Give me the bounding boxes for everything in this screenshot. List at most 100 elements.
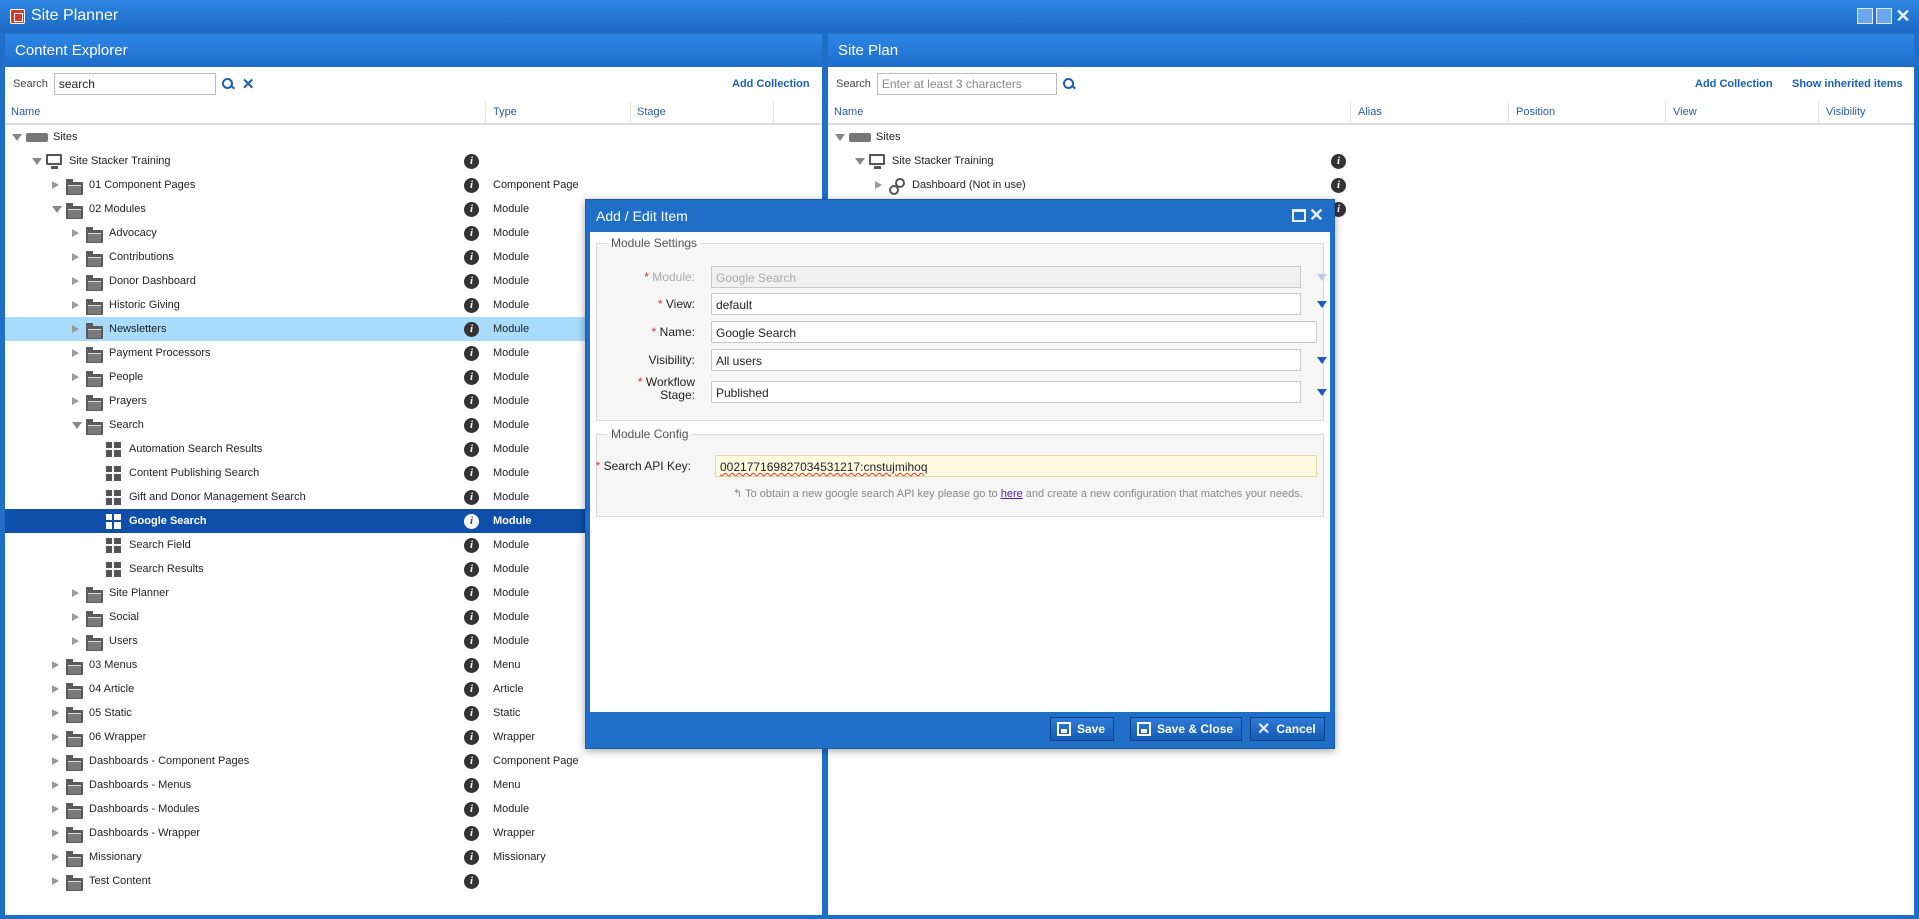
info-icon[interactable]: i <box>464 370 479 385</box>
chevron-down-icon[interactable] <box>1317 357 1327 364</box>
info-icon[interactable]: i <box>464 442 479 457</box>
collapsed-arrow-icon[interactable] <box>72 229 79 237</box>
collapsed-arrow-icon[interactable] <box>72 637 79 645</box>
col-visibility[interactable]: Visibility <box>1826 106 1866 118</box>
view-select[interactable]: default <box>711 293 1301 315</box>
expanded-arrow-icon[interactable] <box>32 158 42 165</box>
info-icon[interactable]: i <box>464 850 479 865</box>
info-icon[interactable]: i <box>464 298 479 313</box>
tree-row[interactable]: Dashboards - Component Pages i Component P… <box>5 749 822 773</box>
col-name[interactable]: Name <box>834 106 863 118</box>
col-stage[interactable]: Stage <box>637 106 666 118</box>
info-icon[interactable]: i <box>464 466 479 481</box>
info-icon[interactable]: i <box>464 250 479 265</box>
show-inherited-button[interactable]: Show inherited items <box>1792 78 1903 90</box>
info-icon[interactable]: i <box>464 730 479 745</box>
siteplan-add-collection-button[interactable]: Add Collection <box>1695 78 1773 90</box>
collapsed-arrow-icon[interactable] <box>72 349 79 357</box>
tree-row[interactable]: Dashboards - Wrapper i Wrapper <box>5 821 822 845</box>
maximize-icon[interactable] <box>1292 209 1306 222</box>
explorer-search-input[interactable] <box>53 73 216 95</box>
tree-row[interactable]: Sites <box>5 125 822 149</box>
col-name[interactable]: Name <box>11 106 40 118</box>
expanded-arrow-icon[interactable] <box>12 134 22 141</box>
info-icon[interactable]: i <box>1331 154 1346 169</box>
collapsed-arrow-icon[interactable] <box>52 829 59 837</box>
collapsed-arrow-icon[interactable] <box>72 301 79 309</box>
visibility-select[interactable]: All users <box>711 349 1301 371</box>
info-icon[interactable]: i <box>464 178 479 193</box>
restore-icon[interactable] <box>1876 8 1892 24</box>
info-icon[interactable]: i <box>464 514 479 529</box>
info-icon[interactable]: i <box>464 322 479 337</box>
siteplan-search-input[interactable] <box>876 73 1057 95</box>
info-icon[interactable]: i <box>464 538 479 553</box>
col-view[interactable]: View <box>1673 106 1697 118</box>
collapsed-arrow-icon[interactable] <box>72 397 79 405</box>
collapsed-arrow-icon[interactable] <box>52 757 59 765</box>
explorer-add-collection-button[interactable]: Add Collection <box>732 78 810 90</box>
tree-row[interactable]: Dashboards - Modules i Module <box>5 797 822 821</box>
clear-search-icon[interactable]: ✕ <box>242 75 255 93</box>
tree-row[interactable]: Sites <box>828 125 1914 149</box>
info-icon[interactable]: i <box>464 394 479 409</box>
info-icon[interactable]: i <box>464 274 479 289</box>
collapsed-arrow-icon[interactable] <box>72 253 79 261</box>
collapsed-arrow-icon[interactable] <box>72 373 79 381</box>
info-icon[interactable]: i <box>464 778 479 793</box>
close-icon[interactable]: ✕ <box>1309 205 1324 226</box>
col-position[interactable]: Position <box>1516 106 1555 118</box>
collapsed-arrow-icon[interactable] <box>875 181 882 189</box>
collapsed-arrow-icon[interactable] <box>52 877 59 885</box>
expanded-arrow-icon[interactable] <box>72 422 82 429</box>
expanded-arrow-icon[interactable] <box>835 134 845 141</box>
info-icon[interactable]: i <box>464 802 479 817</box>
collapsed-arrow-icon[interactable] <box>52 733 59 741</box>
info-icon[interactable]: i <box>464 754 479 769</box>
collapsed-arrow-icon[interactable] <box>52 181 59 189</box>
tree-row[interactable]: 01 Component Pages i Component Page <box>5 173 822 197</box>
close-icon[interactable]: ✕ <box>1895 7 1911 25</box>
info-icon[interactable]: i <box>464 658 479 673</box>
collapsed-arrow-icon[interactable] <box>72 325 79 333</box>
info-icon[interactable]: i <box>464 418 479 433</box>
api-key-input[interactable]: 002177169827034531217:cnstujmihoq <box>715 455 1317 477</box>
name-input[interactable]: Google Search <box>711 321 1317 343</box>
info-icon[interactable]: i <box>464 826 479 841</box>
info-icon[interactable]: i <box>1331 178 1346 193</box>
collapsed-arrow-icon[interactable] <box>72 277 79 285</box>
collapsed-arrow-icon[interactable] <box>52 709 59 717</box>
info-icon[interactable]: i <box>464 490 479 505</box>
hint-link[interactable]: here <box>1001 488 1023 500</box>
info-icon[interactable]: i <box>464 610 479 625</box>
tree-row[interactable]: Site Stacker Training i <box>5 149 822 173</box>
collapsed-arrow-icon[interactable] <box>72 589 79 597</box>
collapsed-arrow-icon[interactable] <box>52 805 59 813</box>
tree-row[interactable]: Dashboards - Menus i Menu <box>5 773 822 797</box>
info-icon[interactable]: i <box>464 226 479 241</box>
info-icon[interactable]: i <box>464 706 479 721</box>
col-alias[interactable]: Alias <box>1358 106 1382 118</box>
info-icon[interactable]: i <box>464 874 479 889</box>
collapsed-arrow-icon[interactable] <box>52 781 59 789</box>
info-icon[interactable]: i <box>464 682 479 697</box>
tree-row[interactable]: Missionary i Missionary <box>5 845 822 869</box>
tree-row[interactable]: Test Content i <box>5 869 822 893</box>
info-icon[interactable]: i <box>464 634 479 649</box>
cancel-button[interactable]: ✕ Cancel <box>1250 717 1325 741</box>
collapsed-arrow-icon[interactable] <box>52 661 59 669</box>
info-icon[interactable]: i <box>464 562 479 577</box>
collapsed-arrow-icon[interactable] <box>52 853 59 861</box>
expanded-arrow-icon[interactable] <box>52 206 62 213</box>
tree-row[interactable]: Site Stacker Training i <box>828 149 1914 173</box>
tree-row[interactable]: Dashboard (Not in use) i <box>828 173 1914 197</box>
info-icon[interactable]: i <box>464 586 479 601</box>
col-type[interactable]: Type <box>493 106 517 118</box>
info-icon[interactable]: i <box>464 346 479 361</box>
collapsed-arrow-icon[interactable] <box>52 685 59 693</box>
minimize-icon[interactable] <box>1857 8 1873 24</box>
info-icon[interactable]: i <box>464 202 479 217</box>
collapsed-arrow-icon[interactable] <box>72 613 79 621</box>
save-close-button[interactable]: Save & Close <box>1130 717 1243 741</box>
search-icon[interactable] <box>1062 78 1075 90</box>
